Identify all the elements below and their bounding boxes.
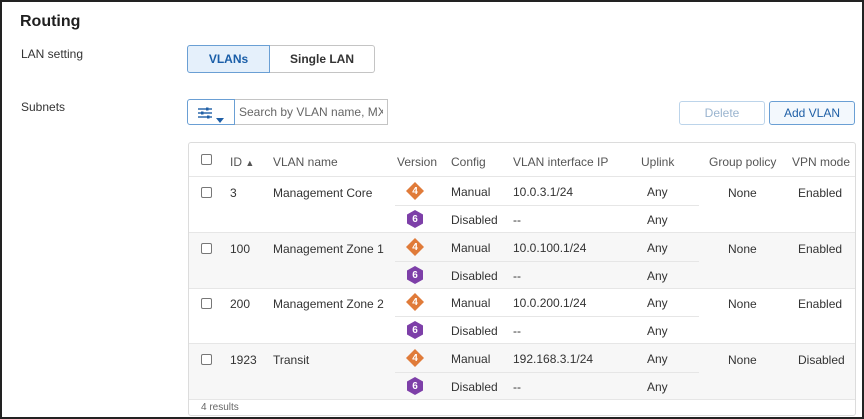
ipv4-badge-label: 4 <box>412 352 418 364</box>
group-policy: None <box>728 186 757 200</box>
ipv4-config: Manual <box>451 241 491 255</box>
ipv4-uplink: Any <box>647 241 668 255</box>
filter-button[interactable] <box>187 99 235 125</box>
ipv4-diamond-badge-icon: 4 <box>406 293 424 311</box>
header-version[interactable]: Version <box>397 155 437 169</box>
caret-down-icon <box>216 110 224 123</box>
single-lan-option-button[interactable]: Single LAN <box>270 45 375 73</box>
ipv4-uplink: Any <box>647 296 668 310</box>
header-uplink[interactable]: Uplink <box>641 155 674 169</box>
vpn-mode: Enabled <box>798 297 843 311</box>
ipv6-interface-ip: -- <box>513 380 521 394</box>
group-policy: None <box>728 353 757 367</box>
ipv4-uplink: Any <box>647 352 668 366</box>
search-input[interactable] <box>235 99 388 125</box>
vpn-mode: Disabled <box>798 353 845 367</box>
ipv4-interface-ip: 10.0.3.1/24 <box>513 185 574 199</box>
group-policy: None <box>728 242 757 256</box>
header-vlan-name[interactable]: VLAN name <box>273 155 338 169</box>
routing-panel: Routing LAN setting VLANs Single LAN Sub… <box>0 0 864 419</box>
header-id[interactable]: ID ▲ <box>230 155 254 169</box>
header-id-label: ID <box>230 155 242 169</box>
row-divider <box>189 399 855 400</box>
vlan-id: 100 <box>230 242 251 256</box>
page-title: Routing <box>20 13 81 30</box>
vlans-option-button[interactable]: VLANs <box>187 45 270 73</box>
row-checkbox[interactable] <box>201 243 212 254</box>
vlan-id: 1923 <box>230 353 257 367</box>
sliders-icon <box>198 106 212 119</box>
header-divider <box>189 176 855 177</box>
ipv4-uplink: Any <box>647 185 668 199</box>
ipv6-badge-label: 6 <box>412 380 418 392</box>
ipv4-config: Manual <box>451 296 491 310</box>
results-count: 4 results <box>201 402 239 413</box>
lan-mode-toggle: VLANs Single LAN <box>187 45 375 73</box>
add-vlan-button[interactable]: Add VLAN <box>769 101 855 125</box>
ipv6-interface-ip: -- <box>513 324 521 338</box>
group-policy: None <box>728 297 757 311</box>
ipv4-badge-label: 4 <box>412 296 418 308</box>
header-group-policy[interactable]: Group policy <box>709 155 776 169</box>
ipv6-config: Disabled <box>451 380 498 394</box>
vlan-name[interactable]: Management Zone 1 <box>273 242 384 256</box>
ipv6-badge-label: 6 <box>412 213 418 225</box>
row-inner-divider <box>395 261 699 262</box>
row-inner-divider <box>395 316 699 317</box>
ipv6-interface-ip: -- <box>513 213 521 227</box>
vlan-name[interactable]: Management Core <box>273 186 372 200</box>
sort-ascending-icon: ▲ <box>245 158 255 168</box>
ipv6-uplink: Any <box>647 380 668 394</box>
row-divider <box>189 288 855 289</box>
ipv6-uplink: Any <box>647 324 668 338</box>
ipv4-diamond-badge-icon: 4 <box>406 349 424 367</box>
vlan-id: 3 <box>230 186 237 200</box>
ipv6-config: Disabled <box>451 269 498 283</box>
lan-setting-label: LAN setting <box>21 47 84 61</box>
ipv6-hexagon-badge-icon: 6 <box>406 210 424 228</box>
ipv6-interface-ip: -- <box>513 269 521 283</box>
ipv4-config: Manual <box>451 352 491 366</box>
ipv4-diamond-badge-icon: 4 <box>406 238 424 256</box>
ipv6-uplink: Any <box>647 213 668 227</box>
select-all-checkbox[interactable] <box>201 154 212 165</box>
vlan-name[interactable]: Management Zone 2 <box>273 297 384 311</box>
ipv4-badge-label: 4 <box>412 241 418 253</box>
row-checkbox[interactable] <box>201 187 212 198</box>
row-checkbox[interactable] <box>201 354 212 365</box>
row-inner-divider <box>395 205 699 206</box>
ipv6-config: Disabled <box>451 213 498 227</box>
ipv4-interface-ip: 192.168.3.1/24 <box>513 352 594 366</box>
row-checkbox[interactable] <box>201 298 212 309</box>
ipv4-badge-label: 4 <box>412 185 418 197</box>
ipv6-hexagon-badge-icon: 6 <box>406 321 424 339</box>
header-config[interactable]: Config <box>451 155 486 169</box>
ipv6-hexagon-badge-icon: 6 <box>406 266 424 284</box>
vpn-mode: Enabled <box>798 242 843 256</box>
vlan-table: ID ▲ VLAN name Version Config VLAN inter… <box>188 142 856 416</box>
vpn-mode: Enabled <box>798 186 843 200</box>
ipv4-diamond-badge-icon: 4 <box>406 182 424 200</box>
vlan-name[interactable]: Transit <box>273 353 309 367</box>
ipv4-interface-ip: 10.0.200.1/24 <box>513 296 587 310</box>
ipv6-badge-label: 6 <box>412 324 418 336</box>
vlan-id: 200 <box>230 297 251 311</box>
ipv4-interface-ip: 10.0.100.1/24 <box>513 241 587 255</box>
subnets-label: Subnets <box>21 100 66 114</box>
header-interface-ip[interactable]: VLAN interface IP <box>513 155 608 169</box>
ipv6-uplink: Any <box>647 269 668 283</box>
ipv6-hexagon-badge-icon: 6 <box>406 377 424 395</box>
ipv6-badge-label: 6 <box>412 269 418 281</box>
delete-button[interactable]: Delete <box>679 101 765 125</box>
row-inner-divider <box>395 372 699 373</box>
header-vpn-mode[interactable]: VPN mode <box>792 155 850 169</box>
ipv4-config: Manual <box>451 185 491 199</box>
ipv6-config: Disabled <box>451 324 498 338</box>
